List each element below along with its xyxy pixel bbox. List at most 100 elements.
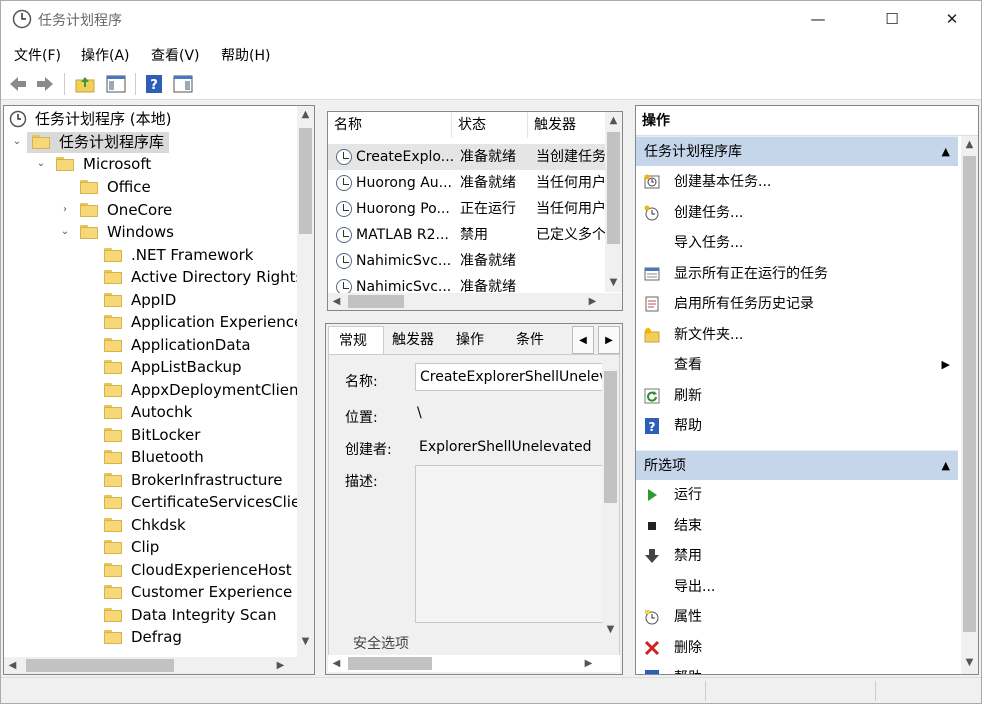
tree-item-windows-child[interactable]: BrokerInfrastructure bbox=[4, 469, 299, 491]
collapse-section-icon[interactable]: ▲ bbox=[942, 137, 950, 167]
action-item[interactable]: 创建任务... bbox=[636, 199, 958, 227]
tab-scroll-right-icon[interactable]: ▶ bbox=[598, 326, 620, 354]
column-header-trigger[interactable]: 触发器 bbox=[528, 112, 608, 138]
tree-item-windows-child[interactable]: Bluetooth bbox=[4, 446, 299, 468]
scroll-up-arrow-icon[interactable]: ▲ bbox=[961, 136, 978, 153]
scrollbar-thumb[interactable] bbox=[607, 132, 620, 244]
column-header-status[interactable]: 状态 bbox=[452, 112, 528, 138]
tree-item-windows-child[interactable]: Data Integrity Scan bbox=[4, 604, 299, 626]
action-item[interactable]: 启用所有任务历史记录 bbox=[636, 290, 958, 318]
tree-item-windows[interactable]: ⌄ Windows bbox=[4, 221, 299, 243]
tab-general[interactable]: 常规 bbox=[328, 326, 384, 354]
scroll-down-arrow-icon[interactable]: ▼ bbox=[605, 274, 622, 291]
scrollbar-thumb[interactable] bbox=[604, 371, 617, 503]
menu-help[interactable]: 帮助(H) bbox=[221, 45, 270, 65]
task-row[interactable]: NahimicSvc... 准备就绪 bbox=[328, 248, 607, 274]
scroll-left-arrow-icon[interactable]: ◀ bbox=[328, 655, 345, 672]
scroll-left-arrow-icon[interactable]: ◀ bbox=[328, 293, 345, 310]
tree-item-windows-child[interactable]: Defrag bbox=[4, 626, 299, 648]
scroll-right-arrow-icon[interactable]: ▶ bbox=[584, 293, 601, 310]
expand-icon[interactable]: ⌄ bbox=[59, 221, 71, 243]
scrollbar-thumb[interactable] bbox=[299, 128, 312, 234]
action-item[interactable]: 结束 bbox=[636, 512, 958, 540]
forward-arrow-icon[interactable] bbox=[34, 73, 56, 95]
tree-item-windows-child[interactable]: .NET Framework bbox=[4, 244, 299, 266]
expand-icon[interactable]: › bbox=[59, 199, 71, 221]
tree-item-windows-child[interactable]: Active Directory Rights M bbox=[4, 266, 299, 288]
tree-root[interactable]: 任务计划程序 (本地) bbox=[4, 108, 299, 130]
task-row[interactable]: Huorong Au... 准备就绪 当任何用户 bbox=[328, 170, 607, 196]
scroll-right-arrow-icon[interactable]: ▶ bbox=[272, 657, 289, 674]
action-item[interactable]: 新文件夹... bbox=[636, 321, 958, 349]
tree-item-windows-child[interactable]: Clip bbox=[4, 536, 299, 558]
maximize-button[interactable]: ☐ bbox=[869, 1, 915, 37]
action-item[interactable]: ? 帮助 bbox=[636, 412, 958, 440]
column-header-name[interactable]: 名称 bbox=[328, 112, 452, 138]
action-item[interactable]: 显示所有正在运行的任务 bbox=[636, 260, 958, 288]
action-item[interactable]: 属性 bbox=[636, 603, 958, 631]
tree-item-windows-child[interactable]: CloudExperienceHost bbox=[4, 559, 299, 581]
tree-item-windows-child[interactable]: Chkdsk bbox=[4, 514, 299, 536]
tree-item-windows-child[interactable]: AppID bbox=[4, 289, 299, 311]
task-list-horizontal-scrollbar[interactable]: ◀ ▶ bbox=[328, 293, 622, 310]
action-item[interactable]: 禁用 bbox=[636, 542, 958, 570]
tab-triggers[interactable]: 触发器 bbox=[392, 326, 434, 354]
scroll-up-arrow-icon[interactable]: ▲ bbox=[297, 106, 314, 123]
tab-actions[interactable]: 操作 bbox=[456, 326, 484, 354]
section-header-selected[interactable]: 所选项 ▲ bbox=[636, 450, 958, 480]
action-item[interactable]: 导入任务... bbox=[636, 229, 958, 257]
task-list-vertical-scrollbar[interactable]: ▲ ▼ bbox=[605, 112, 622, 292]
details-vertical-scrollbar[interactable]: ▼ bbox=[602, 355, 619, 639]
show-action-pane-icon[interactable] bbox=[172, 73, 194, 95]
minimize-button[interactable]: — bbox=[795, 1, 841, 37]
tab-scroll-left-icon[interactable]: ◀ bbox=[572, 326, 594, 354]
scroll-down-arrow-icon[interactable]: ▼ bbox=[961, 654, 978, 671]
scroll-down-arrow-icon[interactable]: ▼ bbox=[297, 633, 314, 650]
details-horizontal-scrollbar[interactable]: ◀ ▶ bbox=[328, 655, 620, 672]
task-row[interactable]: CreateExplo... 准备就绪 当创建任务 bbox=[328, 144, 607, 170]
tree-item-windows-child[interactable]: Application Experience bbox=[4, 311, 299, 333]
tree-vertical-scrollbar[interactable]: ▲ ▼ bbox=[297, 106, 314, 658]
task-row[interactable]: MATLAB R2... 禁用 已定义多个 bbox=[328, 222, 607, 248]
actions-vertical-scrollbar[interactable]: ▲ ▼ bbox=[961, 136, 978, 674]
menu-view[interactable]: 查看(V) bbox=[151, 45, 200, 65]
close-button[interactable]: ✕ bbox=[929, 1, 975, 37]
back-arrow-icon[interactable] bbox=[7, 73, 29, 95]
scrollbar-thumb[interactable] bbox=[963, 156, 976, 632]
section-header-library[interactable]: 任务计划程序库 ▲ bbox=[636, 136, 958, 166]
action-item[interactable]: 查看 ▶ bbox=[636, 351, 958, 379]
scroll-left-arrow-icon[interactable]: ◀ bbox=[4, 657, 21, 674]
tree-item-windows-child[interactable]: AppxDeploymentClient bbox=[4, 379, 299, 401]
action-item[interactable]: 刷新 bbox=[636, 382, 958, 410]
task-name-field[interactable]: CreateExplorerShellUnelevatedTask bbox=[415, 363, 603, 391]
tree-horizontal-scrollbar[interactable]: ◀ ▶ bbox=[4, 657, 314, 674]
scroll-down-arrow-icon[interactable]: ▼ bbox=[602, 621, 619, 638]
collapse-icon[interactable]: ⌄ bbox=[11, 131, 23, 153]
scroll-up-arrow-icon[interactable]: ▲ bbox=[605, 112, 622, 129]
menu-action[interactable]: 操作(A) bbox=[81, 45, 130, 65]
tree-item-windows-child[interactable]: BitLocker bbox=[4, 424, 299, 446]
folder-up-icon[interactable] bbox=[74, 73, 96, 95]
action-item[interactable]: 运行 bbox=[636, 481, 958, 509]
tree-item-windows-child[interactable]: ApplicationData bbox=[4, 334, 299, 356]
scroll-right-arrow-icon[interactable]: ▶ bbox=[580, 655, 597, 672]
tab-conditions[interactable]: 条件 bbox=[516, 326, 544, 354]
tree-item-windows-child[interactable]: Autochk bbox=[4, 401, 299, 423]
tree-item-office[interactable]: Office bbox=[4, 176, 299, 198]
scrollbar-thumb[interactable] bbox=[348, 657, 432, 670]
action-item[interactable]: 创建基本任务... bbox=[636, 168, 958, 196]
scrollbar-thumb[interactable] bbox=[26, 659, 174, 672]
menu-file[interactable]: 文件(F) bbox=[14, 45, 61, 65]
show-hide-console-tree-icon[interactable] bbox=[105, 73, 127, 95]
collapse-section-icon[interactable]: ▲ bbox=[942, 451, 950, 481]
tree-item-microsoft[interactable]: ⌄ Microsoft bbox=[4, 153, 299, 175]
help-icon[interactable]: ? bbox=[143, 73, 165, 95]
tree-item-windows-child[interactable]: Customer Experience Im bbox=[4, 581, 299, 603]
scrollbar-thumb[interactable] bbox=[348, 295, 404, 308]
tree-item-onecore[interactable]: › OneCore bbox=[4, 199, 299, 221]
description-field[interactable] bbox=[415, 465, 603, 623]
tree-item-library[interactable]: ⌄ 任务计划程序库 bbox=[4, 131, 299, 153]
task-row[interactable]: Huorong Po... 正在运行 当任何用户 bbox=[328, 196, 607, 222]
tree-item-windows-child[interactable]: CertificateServicesClient bbox=[4, 491, 299, 513]
action-item[interactable]: 删除 bbox=[636, 634, 958, 662]
